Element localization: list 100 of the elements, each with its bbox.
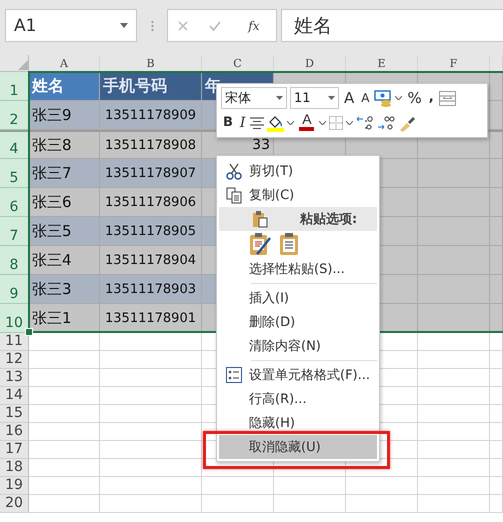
dropdown-icon bbox=[276, 96, 283, 100]
table-cell: 张三3 bbox=[29, 275, 100, 304]
row-header[interactable]: 7 bbox=[0, 217, 29, 246]
fill-color-icon[interactable] bbox=[267, 114, 284, 132]
table-cell: 张三7 bbox=[29, 159, 100, 188]
row-header[interactable]: 8 bbox=[0, 246, 29, 275]
paste-formatting-icon[interactable] bbox=[249, 232, 271, 256]
fill-handle[interactable] bbox=[25, 328, 33, 336]
menu-item[interactable]: 清除内容(N) bbox=[219, 334, 377, 358]
table-cell bbox=[490, 423, 503, 441]
menu-item[interactable]: 复制(C) bbox=[219, 183, 377, 207]
table-cell bbox=[490, 441, 503, 459]
table-cell bbox=[418, 495, 490, 513]
row-header[interactable]: 10 bbox=[0, 304, 29, 333]
decrease-font-button[interactable]: A bbox=[359, 87, 372, 110]
row-header[interactable]: 4 bbox=[0, 130, 29, 159]
column-header[interactable]: A bbox=[29, 55, 100, 72]
column-title: 姓名 bbox=[29, 72, 100, 101]
row-header[interactable]: 19 bbox=[0, 477, 29, 495]
table-cell bbox=[418, 459, 490, 477]
formula-field[interactable]: 姓名 bbox=[281, 9, 503, 42]
menu-item[interactable]: 行高(R)... bbox=[219, 387, 377, 411]
table-cell bbox=[346, 477, 418, 495]
row-header[interactable]: 18 bbox=[0, 459, 29, 477]
table-cell bbox=[418, 333, 490, 351]
table-cell bbox=[418, 304, 490, 333]
table-cell: 13511178905 bbox=[100, 217, 202, 246]
scissors-icon bbox=[226, 162, 242, 180]
table-cell bbox=[490, 188, 503, 217]
table-cell bbox=[490, 275, 503, 304]
table-cell bbox=[29, 423, 100, 441]
menu-item[interactable]: 插入(I) bbox=[219, 286, 377, 310]
row-header[interactable]: 11 bbox=[0, 333, 29, 351]
column-header[interactable]: D bbox=[274, 55, 346, 72]
column-header[interactable]: F bbox=[418, 55, 490, 72]
column-header[interactable]: E bbox=[346, 55, 418, 72]
comma-button[interactable]: , bbox=[426, 87, 436, 110]
caret-icon[interactable] bbox=[395, 96, 402, 100]
menu-item[interactable]: 设置单元格格式(F)... bbox=[219, 363, 377, 387]
percent-button[interactable]: % bbox=[405, 87, 424, 110]
caret-icon[interactable] bbox=[346, 120, 354, 125]
row-header[interactable]: 2 bbox=[0, 101, 29, 130]
row-header[interactable]: 1 bbox=[0, 72, 29, 101]
row-header[interactable]: 14 bbox=[0, 387, 29, 405]
insert-function-button[interactable]: fx bbox=[242, 18, 266, 34]
table-cell bbox=[490, 351, 503, 369]
section-heading: 粘贴选项: bbox=[298, 207, 377, 231]
font-dropdown[interactable]: 宋体 bbox=[221, 87, 287, 110]
table-cell bbox=[490, 387, 503, 405]
table-cell bbox=[202, 495, 274, 513]
row-header[interactable]: 12 bbox=[0, 351, 29, 369]
decrease-decimal-icon[interactable] bbox=[377, 114, 396, 131]
row-header[interactable]: 20 bbox=[0, 495, 29, 513]
copy-icon bbox=[226, 186, 242, 204]
table-cell bbox=[29, 477, 100, 495]
caret-icon[interactable] bbox=[287, 120, 294, 125]
increase-decimal-icon[interactable] bbox=[356, 114, 374, 131]
paste-icon[interactable] bbox=[279, 232, 299, 256]
table-cell bbox=[29, 459, 100, 477]
table-cell: 张三9 bbox=[29, 101, 100, 130]
row-header[interactable]: 9 bbox=[0, 275, 29, 304]
row-header[interactable]: 17 bbox=[0, 441, 29, 459]
table-cell bbox=[418, 405, 490, 423]
table-cell bbox=[274, 495, 346, 513]
table-cell bbox=[29, 369, 100, 387]
table-cell bbox=[202, 477, 274, 495]
table-cell bbox=[418, 351, 490, 369]
align-center-icon[interactable] bbox=[250, 116, 264, 129]
menu-item[interactable]: 取消隐藏(U) bbox=[219, 435, 377, 459]
menu-item[interactable]: 删除(D) bbox=[219, 310, 377, 334]
format-cells-icon bbox=[226, 367, 242, 383]
caret-icon[interactable] bbox=[319, 120, 326, 125]
money-icon[interactable] bbox=[374, 89, 392, 108]
table-cell bbox=[490, 495, 503, 513]
name-box[interactable]: A1 bbox=[5, 9, 137, 42]
menu-item[interactable]: 隐藏(H) bbox=[219, 411, 377, 435]
font-size-dropdown[interactable]: 11 bbox=[290, 87, 339, 110]
table-cell bbox=[29, 387, 100, 405]
row-header[interactable]: 5 bbox=[0, 159, 29, 188]
row-header[interactable]: 15 bbox=[0, 405, 29, 423]
row-header[interactable]: 6 bbox=[0, 188, 29, 217]
dropdown-icon[interactable] bbox=[120, 23, 128, 28]
column-header[interactable] bbox=[490, 55, 503, 72]
font-color-button[interactable]: A bbox=[297, 112, 316, 134]
check-icon[interactable] bbox=[209, 20, 222, 30]
table-cell: 13511178904 bbox=[100, 246, 202, 275]
borders-icon[interactable] bbox=[329, 116, 344, 130]
table-cell bbox=[418, 477, 490, 495]
merge-cells-icon[interactable] bbox=[438, 90, 456, 106]
menu-item[interactable]: 剪切(T) bbox=[219, 159, 377, 183]
table-cell: 13511178907 bbox=[100, 159, 202, 188]
menu-item[interactable]: 选择性粘贴(S)... bbox=[219, 257, 377, 281]
column-header[interactable]: C bbox=[202, 55, 274, 72]
row-header[interactable]: 13 bbox=[0, 369, 29, 387]
table-cell bbox=[29, 495, 100, 513]
column-header[interactable]: B bbox=[100, 55, 202, 72]
row-header[interactable]: 16 bbox=[0, 423, 29, 441]
table-cell bbox=[490, 369, 503, 387]
increase-font-button[interactable]: A bbox=[342, 87, 356, 110]
table-cell bbox=[490, 159, 503, 188]
